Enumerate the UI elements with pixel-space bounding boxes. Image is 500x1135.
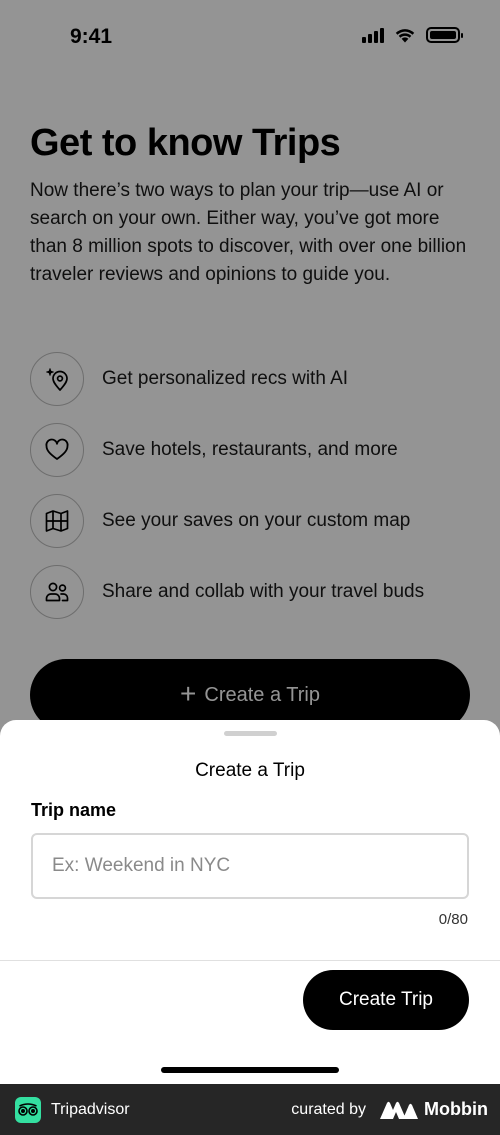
trip-name-label: Trip name [31, 800, 117, 820]
character-count: 0/80 [438, 911, 468, 928]
create-trip-sheet: Create a Trip Trip name 0/80 Create Trip [0, 720, 500, 1084]
brand-name: Tripadvisor [51, 1100, 130, 1118]
create-trip-button[interactable]: Create Trip [303, 970, 469, 1030]
trip-name-input[interactable] [31, 833, 469, 899]
curator-name: Mobbin [424, 1099, 488, 1119]
app-screen: 9:41 Get to know Trips Now there’s two w… [0, 0, 500, 1084]
sheet-divider [0, 960, 500, 961]
mobbin-logo-icon [380, 1101, 419, 1119]
tripadvisor-logo-icon [15, 1096, 41, 1123]
sheet-grabber[interactable] [224, 731, 277, 736]
attribution-footer: Tripadvisor curated by Mobbin [0, 1084, 500, 1135]
curated-by-label: curated by [291, 1100, 367, 1118]
sheet-title: Create a Trip [195, 760, 305, 781]
home-indicator [161, 1067, 339, 1073]
